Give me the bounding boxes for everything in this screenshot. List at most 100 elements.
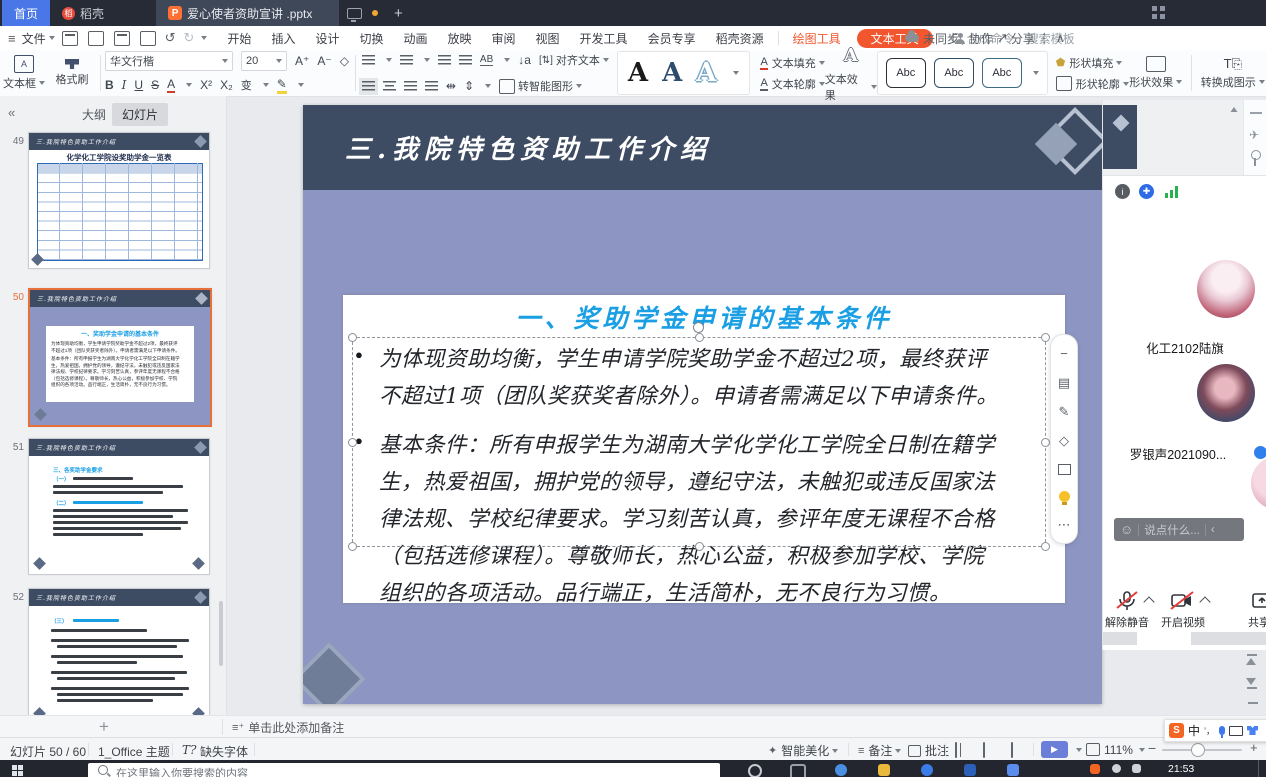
menu-review[interactable]: 审阅 — [482, 26, 526, 50]
theme-name[interactable]: 1_Office 主题 — [98, 743, 170, 760]
minimize-icon[interactable] — [1250, 112, 1262, 114]
shape-style-2[interactable]: Abc — [934, 58, 974, 88]
voice-input-icon[interactable] — [1219, 726, 1225, 735]
text-fill-button[interactable]: A文本填充 — [760, 55, 824, 71]
decrease-font-icon[interactable]: A⁻ — [317, 54, 331, 68]
splitter-handle[interactable] — [1248, 702, 1258, 704]
menu-insert[interactable]: 插入 — [261, 26, 305, 50]
tab-slides[interactable]: 幻灯片 — [112, 103, 168, 126]
notes-toggle-button[interactable]: ≡ 备注 — [858, 742, 901, 759]
participant-avatar-3-partial[interactable] — [1251, 456, 1266, 510]
slide-thumbnail-49[interactable]: 三.我院特色资助工作介绍 化学化工学院设奖助学金一览表 — [28, 132, 210, 269]
meeting-info-icon[interactable]: i — [1115, 184, 1130, 199]
text-transform-icon[interactable]: 变 — [241, 77, 252, 93]
font-size-select[interactable]: 20 — [241, 51, 287, 71]
collapse-panel-icon[interactable]: « — [8, 105, 15, 120]
align-left-icon[interactable] — [362, 81, 375, 92]
play-options-caret[interactable] — [1076, 748, 1082, 752]
chat-input[interactable]: 说点什么... — [1144, 522, 1200, 538]
taskbar-app-icon[interactable] — [878, 764, 890, 776]
emoji-icon[interactable]: ☺ — [1120, 522, 1133, 537]
to-diagram-button[interactable]: T⎘ 转换成图示 — [1200, 51, 1266, 95]
tray-icon[interactable] — [1132, 764, 1141, 773]
underline-icon[interactable]: U — [134, 78, 143, 92]
menu-devtools[interactable]: 开发工具 — [570, 26, 638, 50]
shape-style-3[interactable]: Abc — [982, 58, 1022, 88]
redo-icon[interactable]: ↻ — [184, 30, 195, 46]
columns-icon[interactable]: ⇹ — [446, 79, 456, 93]
wordart-style-outline[interactable]: A — [696, 60, 716, 86]
increase-font-icon[interactable]: A⁺ — [295, 54, 309, 68]
missing-font-warning[interactable]: 缺失字体 — [200, 743, 248, 760]
share-button[interactable]: ↗分享 — [997, 30, 1035, 47]
textbox-button[interactable]: A 文本框 — [0, 51, 48, 95]
print-icon[interactable] — [114, 31, 130, 46]
subscript-icon[interactable]: X₂ — [220, 78, 233, 92]
more-menu-icon[interactable]: ⋮ — [1038, 31, 1050, 45]
font-color-icon[interactable]: A — [167, 77, 175, 93]
text-outline-button[interactable]: A文本轮廓 — [760, 76, 824, 92]
slide-canvas[interactable]: 三.我院特色资助工作介绍 一、奖助学金申请的基本条件 ● 为体现资助均衡，学生申… — [303, 105, 1102, 704]
participant-avatar-1[interactable] — [1197, 260, 1255, 318]
lightbulb-icon[interactable] — [1059, 491, 1070, 502]
more-actions-caret[interactable] — [201, 36, 207, 40]
line-spacing-icon[interactable]: ⇕ — [464, 79, 474, 93]
menu-member[interactable]: 会员专享 — [638, 26, 706, 50]
slide-thumbnail-51[interactable]: 三.我院特色资助工作介绍 三、各奖助学金要求 （一） （二） — [28, 438, 210, 575]
fit-slide-icon[interactable] — [1086, 743, 1100, 756]
menu-draw-tools[interactable]: 绘图工具 — [783, 26, 851, 50]
taskbar-app-icon[interactable] — [835, 764, 847, 776]
thumbnail-scrollbar[interactable] — [219, 601, 223, 666]
slide-thumbnail-52[interactable]: 三.我院特色资助工作介绍 （三） — [28, 588, 210, 725]
italic-icon[interactable]: I — [122, 78, 127, 92]
rotate-handle[interactable] — [693, 322, 704, 333]
reading-view-button[interactable] — [1011, 742, 1013, 758]
shape-style-more-caret[interactable] — [1033, 71, 1039, 75]
scroll-up-icon[interactable] — [1231, 107, 1238, 112]
shape-fill-button[interactable]: ⬟形状填充 — [1056, 55, 1129, 71]
print-preview-icon[interactable] — [140, 31, 156, 46]
resize-handle[interactable] — [348, 333, 357, 342]
mic-options-chevron[interactable] — [1143, 596, 1154, 607]
slideshow-play-button[interactable]: ▶ — [1041, 741, 1068, 758]
zoom-level[interactable]: 111% — [1104, 743, 1133, 757]
resize-handle[interactable] — [1041, 333, 1050, 342]
text-direction-icon[interactable]: ↓a — [518, 53, 531, 67]
menu-start[interactable]: 开始 — [217, 26, 261, 50]
tray-icon[interactable] — [1112, 764, 1121, 773]
export-icon[interactable] — [88, 31, 104, 46]
ime-punct-mode[interactable]: ’， — [1204, 724, 1215, 737]
increase-indent-icon[interactable] — [459, 55, 472, 66]
new-tab-button[interactable]: + — [394, 5, 403, 22]
taskbar-clock[interactable]: 21:53 — [1168, 763, 1194, 775]
chat-collapse-icon[interactable]: ‹ — [1211, 524, 1215, 536]
menu-design[interactable]: 设计 — [305, 26, 349, 50]
rectangle-icon[interactable] — [1058, 464, 1071, 475]
menu-docer-res[interactable]: 稻壳资源 — [706, 26, 774, 50]
resize-handle[interactable] — [348, 438, 357, 447]
wordart-style-black[interactable]: A — [628, 60, 648, 86]
taskbar-app-icon[interactable] — [790, 764, 806, 777]
resize-handle[interactable] — [695, 542, 704, 551]
slide-sorter-view-button[interactable] — [983, 742, 985, 758]
sogou-logo-icon[interactable]: S — [1169, 723, 1184, 738]
collapse-toolbar-icon[interactable]: − — [1060, 347, 1068, 360]
pen-icon[interactable]: ✎ — [1059, 405, 1070, 418]
rocket-boost-icon[interactable]: ✈ — [1249, 128, 1259, 142]
add-slide-button[interactable]: + — [99, 717, 109, 737]
participant-avatar-2[interactable] — [1197, 364, 1255, 422]
bullet-list-icon[interactable] — [362, 55, 375, 66]
save-icon[interactable] — [62, 31, 78, 46]
cast-screen-icon[interactable] — [347, 8, 362, 19]
resize-handle[interactable] — [695, 333, 704, 342]
decrease-indent-icon[interactable] — [438, 55, 451, 66]
align-center-icon[interactable] — [383, 81, 396, 92]
format-painter-button[interactable]: 格式刷 — [48, 51, 96, 95]
text-effect-button[interactable]: A 文本效果 — [825, 51, 877, 95]
to-smartart-button[interactable]: 转智能图形 — [499, 78, 582, 94]
show-desktop-button[interactable] — [1258, 760, 1259, 777]
menu-slideshow[interactable]: 放映 — [438, 26, 482, 50]
superscript-icon[interactable]: X² — [200, 78, 212, 92]
start-button[interactable] — [12, 765, 23, 776]
bold-icon[interactable]: B — [105, 78, 114, 92]
